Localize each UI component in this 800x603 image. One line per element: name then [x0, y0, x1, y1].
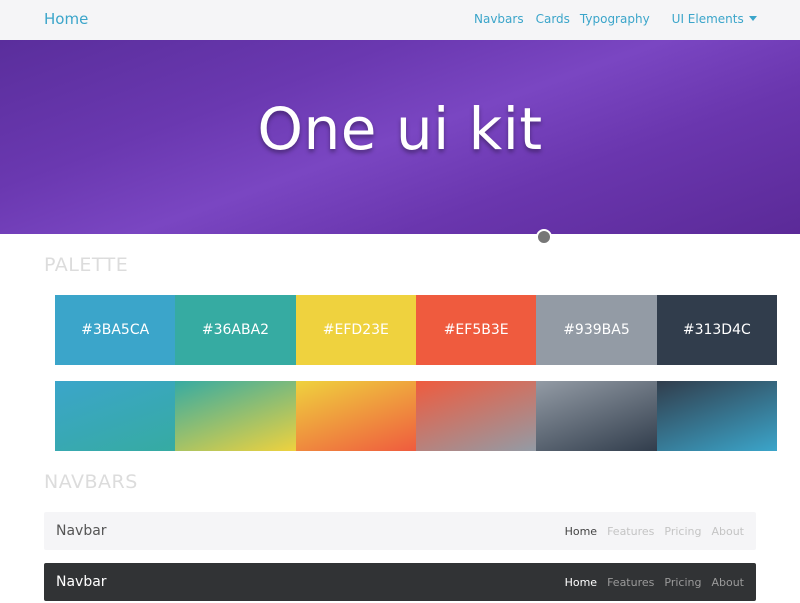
gradient-swatch — [536, 381, 657, 451]
navbar-features-link[interactable]: Features — [607, 576, 654, 589]
gradient-swatch — [175, 381, 296, 451]
dark-navbar-demo: Navbar Home Features Pricing About — [44, 563, 756, 601]
swatch-hex: #313D4C — [682, 322, 751, 338]
color-swatch: #313D4C — [656, 295, 777, 365]
light-navbar-demo: Navbar Home Features Pricing About — [44, 512, 756, 550]
gradient-swatch — [55, 381, 176, 451]
scroll-indicator-dot[interactable] — [536, 229, 552, 245]
ui-elements-label: UI Elements — [671, 12, 744, 26]
navbar-pricing-link[interactable]: Pricing — [664, 525, 701, 538]
caret-down-icon — [748, 16, 757, 21]
navbar-brand[interactable]: Navbar — [56, 523, 107, 539]
navbar-features-link[interactable]: Features — [607, 525, 654, 538]
hero-title: One ui kit — [257, 95, 543, 163]
top-navbar: Home Navbars Cards Typography UI Element… — [0, 0, 800, 40]
cards-link[interactable]: Cards — [536, 12, 570, 26]
home-link[interactable]: Home — [44, 10, 88, 28]
color-swatch: #EF5B3E — [415, 295, 537, 365]
navbar-home-link[interactable]: Home — [565, 576, 597, 589]
gradient-swatch — [415, 381, 537, 451]
navbars-title: NAVBARS — [44, 471, 138, 493]
navbar-brand[interactable]: Navbar — [56, 574, 107, 590]
navbar-links: Home Features Pricing About — [555, 576, 744, 589]
color-swatch: #939BA5 — [536, 295, 657, 365]
navbars-link[interactable]: Navbars — [474, 12, 524, 26]
top-nav-links: Navbars Cards Typography UI Elements — [474, 12, 757, 26]
palette-colors-row: #3BA5CA #36ABA2 #EFD23E #EF5B3E #939BA5 … — [55, 295, 777, 365]
swatch-hex: #EF5B3E — [443, 322, 509, 338]
swatch-hex: #939BA5 — [563, 322, 630, 338]
palette-title: PALETTE — [44, 254, 129, 276]
navbar-about-link[interactable]: About — [711, 576, 744, 589]
swatch-hex: #EFD23E — [322, 322, 389, 338]
color-swatch: #EFD23E — [295, 295, 416, 365]
ui-elements-dropdown[interactable]: UI Elements — [672, 12, 757, 26]
navbar-pricing-link[interactable]: Pricing — [664, 576, 701, 589]
hero-banner: One ui kit — [0, 40, 800, 234]
navbar-links: Home Features Pricing About — [555, 525, 744, 538]
swatch-hex: #36ABA2 — [201, 322, 270, 338]
gradient-swatch — [656, 381, 777, 451]
typography-link[interactable]: Typography — [580, 12, 650, 26]
navbar-home-link[interactable]: Home — [565, 525, 597, 538]
gradient-swatch — [295, 381, 416, 451]
navbar-about-link[interactable]: About — [711, 525, 744, 538]
palette-gradients-row — [55, 381, 777, 451]
color-swatch: #36ABA2 — [175, 295, 296, 365]
color-swatch: #3BA5CA — [55, 295, 176, 365]
swatch-hex: #3BA5CA — [81, 322, 150, 338]
